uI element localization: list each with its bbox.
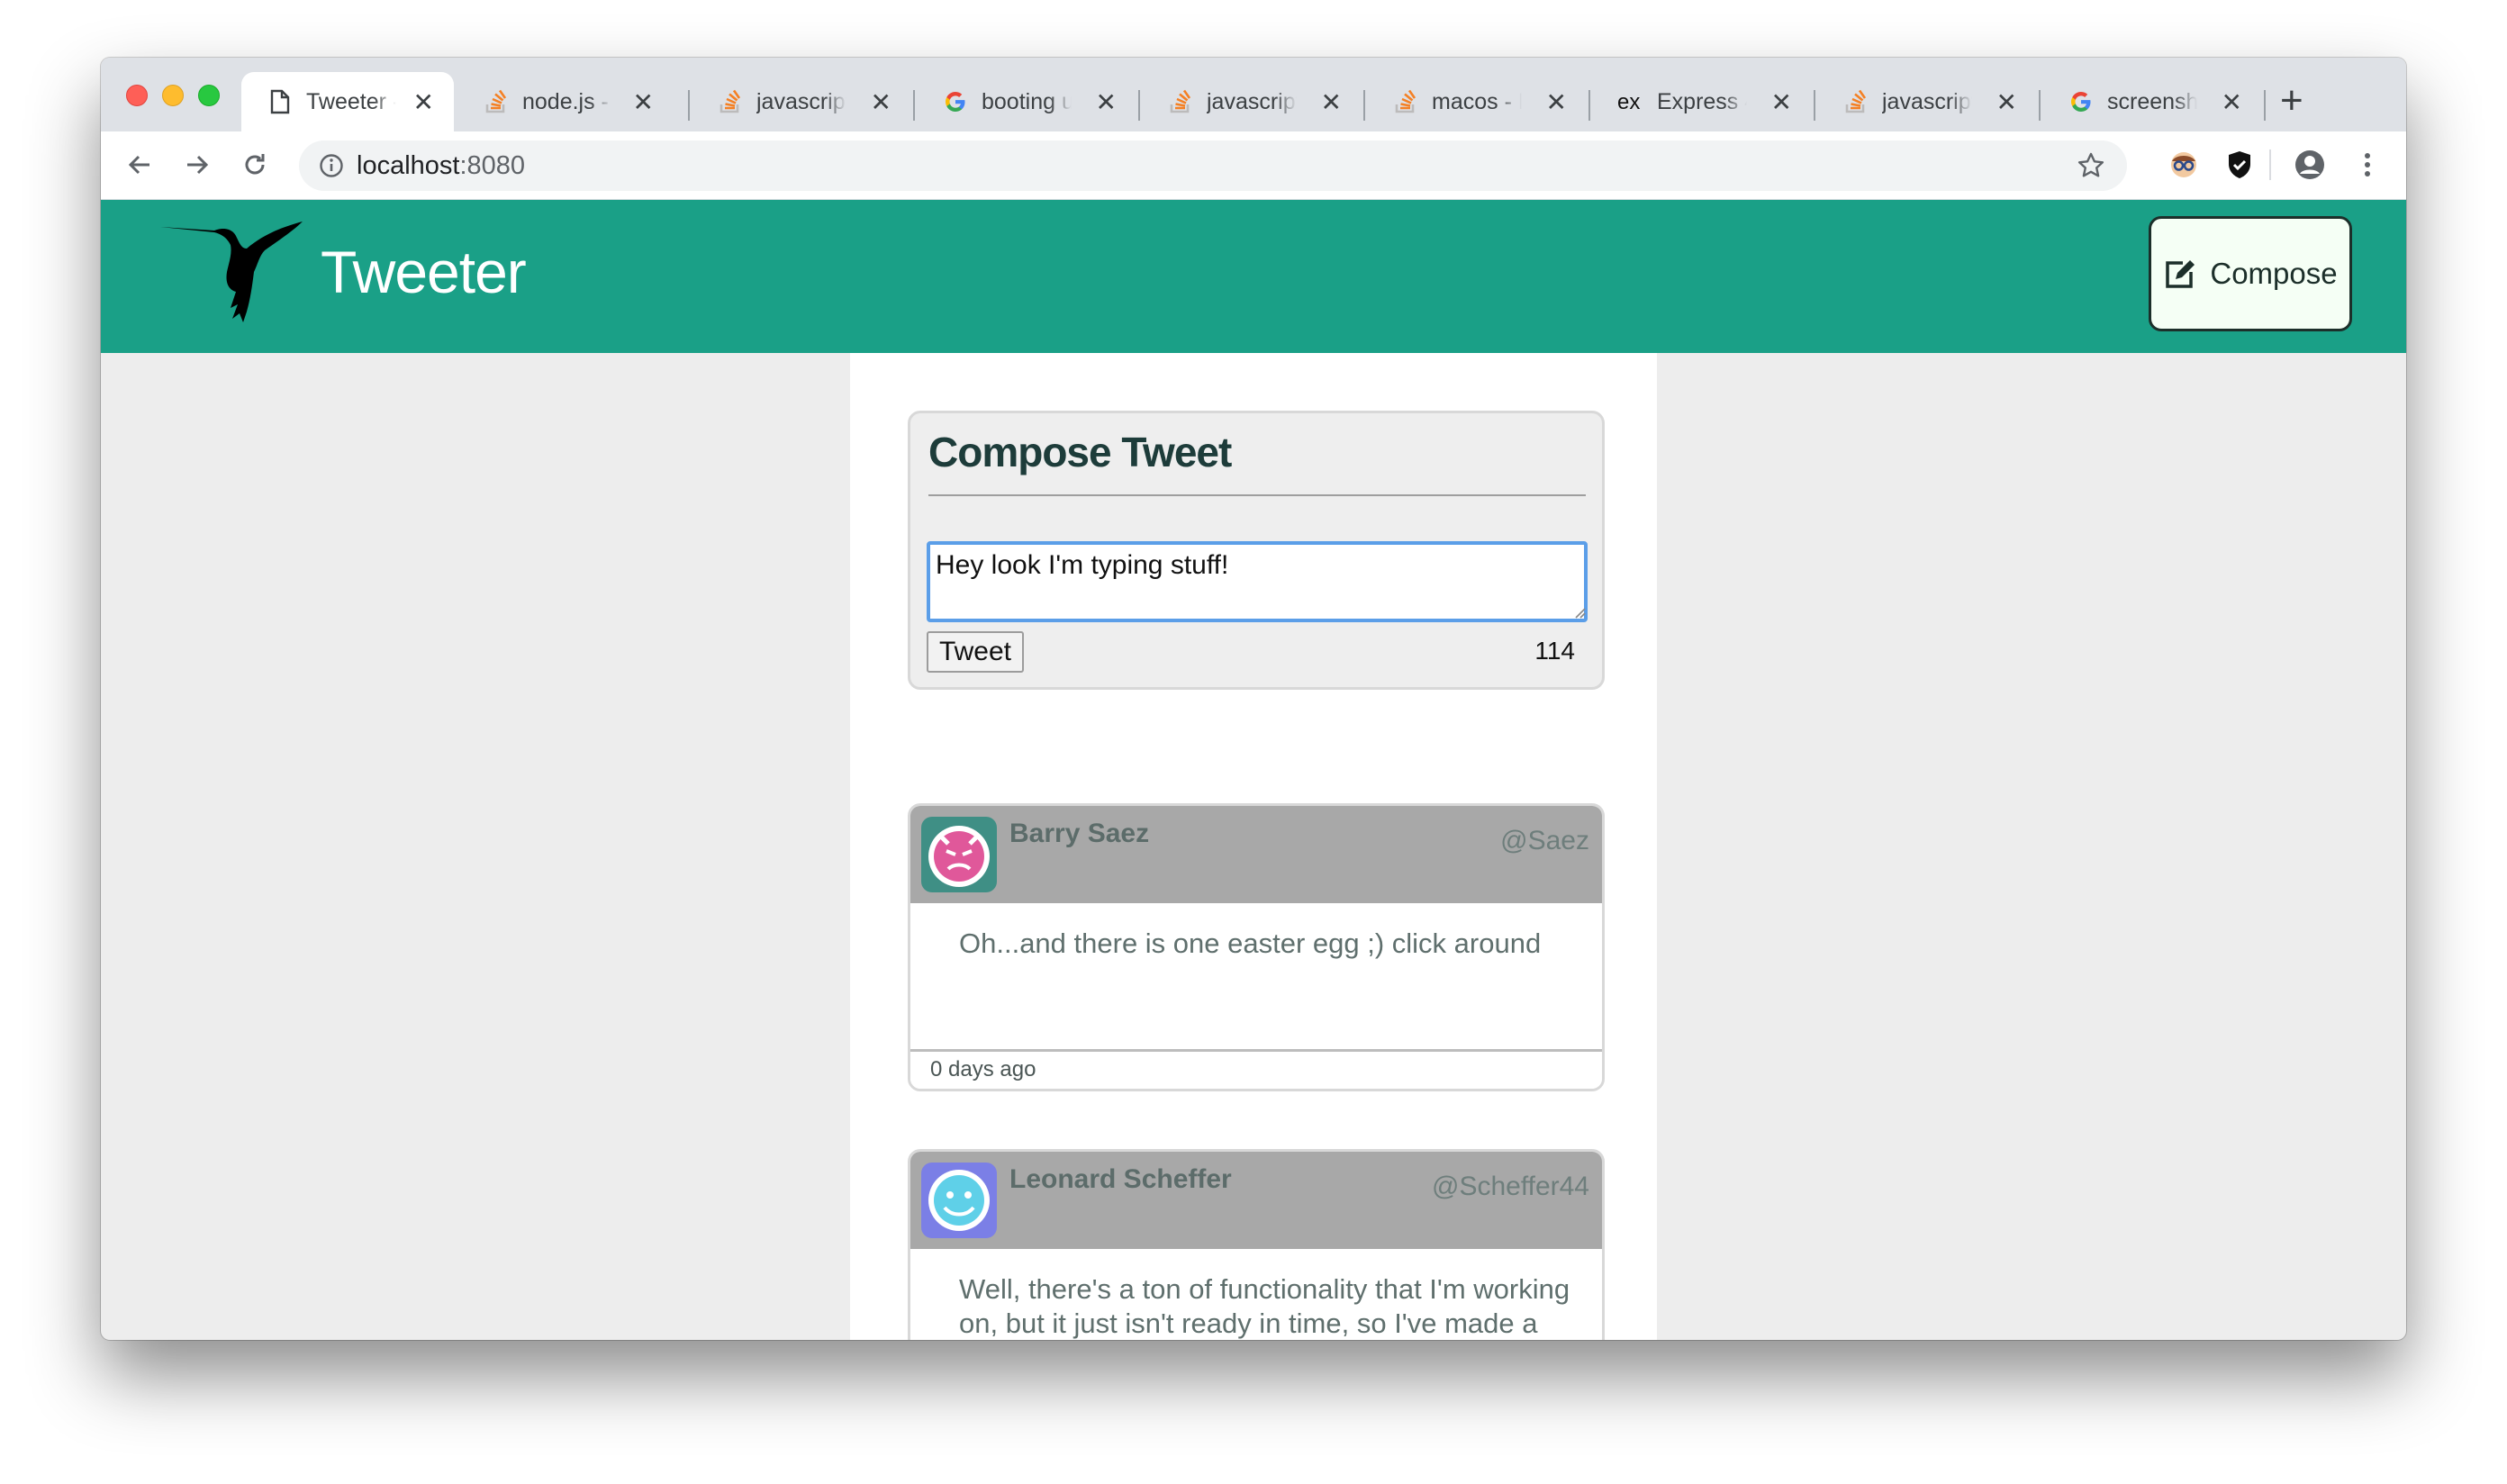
tab-tweeter[interactable]: Tweeter - ✕ (241, 72, 454, 131)
tab-title: Tweeter - (306, 88, 396, 114)
close-tab-icon[interactable]: ✕ (1546, 87, 1567, 117)
new-tab-button[interactable]: + (2280, 81, 2303, 121)
tab-title: javascript (756, 88, 846, 114)
stackoverflow-icon (1167, 88, 1194, 115)
tweet-header: Leonard Scheffer @Scheffer44 (910, 1152, 1602, 1249)
reload-icon (245, 154, 265, 175)
tab-title: Express 4. (1657, 88, 1747, 114)
menu-kebab-icon[interactable] (2347, 144, 2388, 186)
tweet-author-name: Barry Saez (1009, 819, 1150, 848)
tab-separator (2039, 90, 2041, 121)
browser-window: Tweeter - ✕ node.js - D ✕ javascript ✕ b… (101, 58, 2406, 1340)
tweet-submit-button[interactable]: Tweet (927, 631, 1024, 673)
stackoverflow-icon (1392, 88, 1419, 115)
tab-macos[interactable]: macos - Fi ✕ (1367, 72, 1587, 131)
tweet-timestamp: 0 days ago (930, 1057, 1036, 1081)
tab-title: node.js - D (522, 88, 612, 114)
app-title: Tweeter (321, 239, 527, 305)
shield-icon[interactable] (2219, 144, 2260, 186)
tab-separator (1814, 90, 1815, 121)
arrow-right-icon (187, 155, 209, 175)
profile-icon[interactable] (2289, 144, 2331, 186)
extension-spy-icon[interactable] (2163, 144, 2204, 186)
maximize-window-button[interactable] (198, 85, 220, 106)
tab-booting-up[interactable]: booting up ✕ (917, 72, 1136, 131)
express-icon: ex (1617, 88, 1644, 115)
edit-icon (2166, 260, 2195, 288)
close-tab-icon[interactable]: ✕ (1771, 87, 1792, 117)
tab-title: booting up (982, 88, 1072, 114)
tweet-text-input[interactable]: Hey look I'm typing stuff! (927, 541, 1588, 622)
tab-title: javascript (1207, 88, 1297, 114)
tweet-article: Leonard Scheffer @Scheffer44 Well, there… (908, 1149, 1605, 1340)
resize-handle-icon[interactable] (1571, 604, 1586, 619)
url-text: localhost:8080 (357, 151, 525, 181)
tweet-article: Barry Saez @Saez Oh...and there is one e… (908, 803, 1605, 1091)
avatar (921, 1163, 997, 1238)
google-icon (942, 88, 969, 115)
url-host: localhost (357, 150, 460, 180)
tab-separator (1363, 90, 1365, 121)
tweet-author-handle: @Scheffer44 (1431, 1172, 1589, 1201)
tweet-author-handle: @Saez (1500, 826, 1589, 855)
tab-separator (688, 90, 690, 121)
close-tab-icon[interactable]: ✕ (871, 87, 891, 117)
info-icon[interactable] (319, 153, 344, 178)
bookmark-star-icon[interactable] (2077, 151, 2105, 185)
avatar (921, 817, 997, 892)
close-window-button[interactable] (126, 85, 148, 106)
minimize-window-button[interactable] (162, 85, 184, 106)
tweet-text: Well, there's a ton of functionality tha… (959, 1273, 1570, 1339)
document-icon (267, 88, 294, 115)
close-tab-icon[interactable]: ✕ (1996, 87, 2017, 117)
close-tab-icon[interactable]: ✕ (413, 87, 434, 117)
forward-button[interactable] (175, 142, 220, 187)
tab-separator (1588, 90, 1590, 121)
tab-express[interactable]: ex Express 4. ✕ (1592, 72, 1812, 131)
stackoverflow-icon (717, 88, 744, 115)
tab-title: javascript (1882, 88, 1972, 114)
reload-button[interactable] (232, 142, 277, 187)
close-tab-icon[interactable]: ✕ (2222, 87, 2242, 117)
tab-node[interactable]: node.js - D ✕ (457, 72, 674, 131)
tab-separator (1138, 90, 1140, 121)
url-port: :8080 (459, 150, 526, 180)
svg-text:ex: ex (1617, 90, 1640, 114)
stackoverflow-icon (483, 88, 510, 115)
tweet-footer: 0 days ago (910, 1049, 1602, 1089)
arrow-left-icon (128, 155, 149, 175)
close-tab-icon[interactable]: ✕ (1321, 87, 1342, 117)
tweet-text: Oh...and there is one easter egg ;) clic… (959, 928, 1542, 959)
compose-tweet-card: Compose Tweet Hey look I'm typing stuff!… (908, 411, 1605, 690)
tab-javascript-3[interactable]: javascript ✕ (1817, 72, 2037, 131)
app-header: Tweeter Compose (101, 200, 2406, 353)
browser-toolbar: localhost:8080 (101, 131, 2406, 200)
tweet-header: Barry Saez @Saez (910, 806, 1602, 903)
tab-screenshot[interactable]: screensho ✕ (2042, 72, 2262, 131)
tab-title: screensho (2107, 88, 2197, 114)
tab-javascript-2[interactable]: javascript ✕ (1142, 72, 1362, 131)
tab-strip: Tweeter - ✕ node.js - D ✕ javascript ✕ b… (101, 58, 2406, 131)
tweet-author-name: Leonard Scheffer (1009, 1164, 1232, 1194)
compose-button[interactable]: Compose (2149, 216, 2352, 331)
stackoverflow-icon (1842, 88, 1869, 115)
close-tab-icon[interactable]: ✕ (633, 87, 654, 117)
google-icon (2068, 88, 2095, 115)
character-counter: 114 (1534, 637, 1575, 665)
close-tab-icon[interactable]: ✕ (1096, 87, 1117, 117)
divider (928, 494, 1586, 496)
tab-separator (2264, 90, 2266, 121)
toolbar-separator (2269, 149, 2271, 180)
main-column: Compose Tweet Hey look I'm typing stuff!… (850, 353, 1657, 1340)
address-bar[interactable]: localhost:8080 (299, 140, 2127, 191)
tab-javascript-1[interactable]: javascript ✕ (692, 72, 911, 131)
back-button[interactable] (117, 142, 162, 187)
compose-title: Compose Tweet (928, 429, 1232, 475)
compose-button-label: Compose (2210, 257, 2338, 290)
hummingbird-logo-icon (158, 218, 303, 330)
tab-title: macos - Fi (1432, 88, 1522, 114)
tab-separator (913, 90, 915, 121)
